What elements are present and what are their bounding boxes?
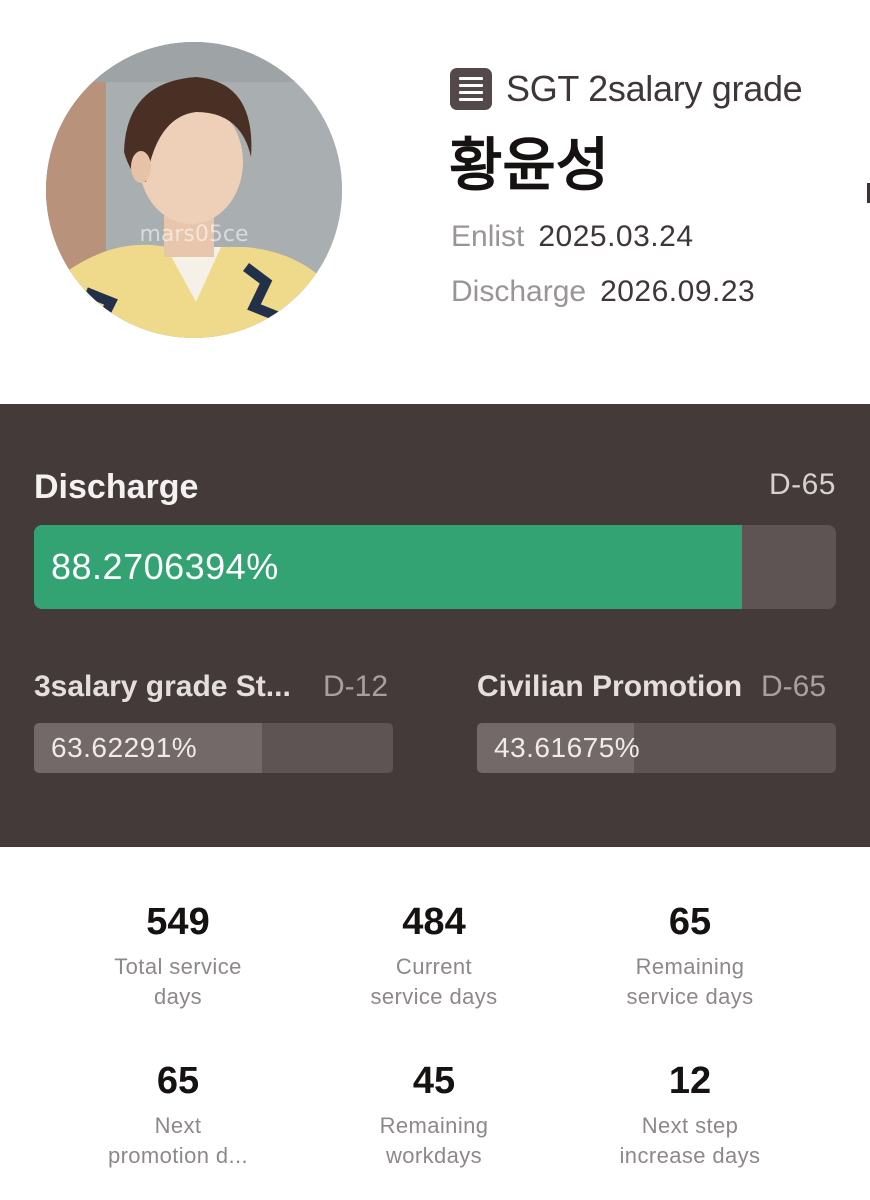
stat-value: 484 <box>402 901 466 943</box>
discharge-progress-label: Discharge <box>34 468 199 506</box>
discharge-dday: D-65 <box>768 468 836 501</box>
stat-value: 45 <box>412 1060 456 1102</box>
service-tracker-screen: mars05ce SGT 2salary grade 황윤성 Enlist 20… <box>0 0 870 1200</box>
discharge-row: Discharge 2026.09.23 <box>451 275 755 309</box>
stat-caption: Remaining service days <box>626 954 754 1009</box>
civilian-promotion-progress-bar: 43.61675% <box>477 723 836 773</box>
civilian-promotion-progress-label: Civilian Promotion <box>477 670 743 703</box>
profile-avatar[interactable]: mars05ce <box>46 42 342 338</box>
enlist-row: Enlist 2025.03.24 <box>451 220 694 254</box>
salary-grade-progress-bar: 63.62291% <box>34 723 393 773</box>
avatar-watermark: mars05ce <box>139 222 249 247</box>
salary-grade-progress-label: 3salary grade St... <box>34 670 291 703</box>
stat-caption: Next promotion d... <box>107 1113 249 1168</box>
discharge-label: Discharge <box>451 275 587 308</box>
stat-value: 12 <box>668 1060 712 1102</box>
enlist-label: Enlist <box>451 220 525 253</box>
stat-remaining-workdays: 45 Remaining workdays <box>306 1059 562 1171</box>
stat-next-promotion-days: 65 Next promotion d... <box>50 1059 306 1171</box>
rank-row: SGT 2salary grade <box>450 66 803 112</box>
enlist-date: 2025.03.24 <box>538 220 694 253</box>
progress-panel: Discharge D-65 88.2706394% 3salary grade… <box>0 404 870 847</box>
stat-remaining-service-days: 65 Remaining service days <box>562 900 818 1012</box>
stat-caption: Remaining workdays <box>379 1113 489 1168</box>
stat-value: 65 <box>156 1060 200 1102</box>
civilian-promotion-percent: 43.61675% <box>494 732 641 763</box>
salary-grade-percent: 63.62291% <box>51 732 198 763</box>
stat-value: 549 <box>146 901 210 943</box>
discharge-percent: 88.2706394% <box>51 546 279 587</box>
discharge-date: 2026.09.23 <box>600 275 756 308</box>
salary-grade-dday: D-12 <box>323 670 389 703</box>
stat-caption: Current service days <box>370 954 498 1009</box>
soldier-name: 황윤성 <box>449 131 610 199</box>
stat-caption: Next step increase days <box>619 1113 761 1168</box>
civilian-promotion-dday: D-65 <box>761 670 827 703</box>
stat-caption: Total service days <box>114 954 242 1009</box>
discharge-progress-bar: 88.2706394% <box>34 525 836 609</box>
avatar-photo <box>46 42 342 338</box>
stat-next-step-increase-days: 12 Next step increase days <box>562 1059 818 1171</box>
stat-value: 65 <box>668 901 712 943</box>
rank-label: SGT 2salary grade <box>506 68 803 109</box>
stat-total-service-days: 549 Total service days <box>50 900 306 1012</box>
stat-current-service-days: 484 Current service days <box>306 900 562 1012</box>
document-list-icon <box>450 68 492 110</box>
